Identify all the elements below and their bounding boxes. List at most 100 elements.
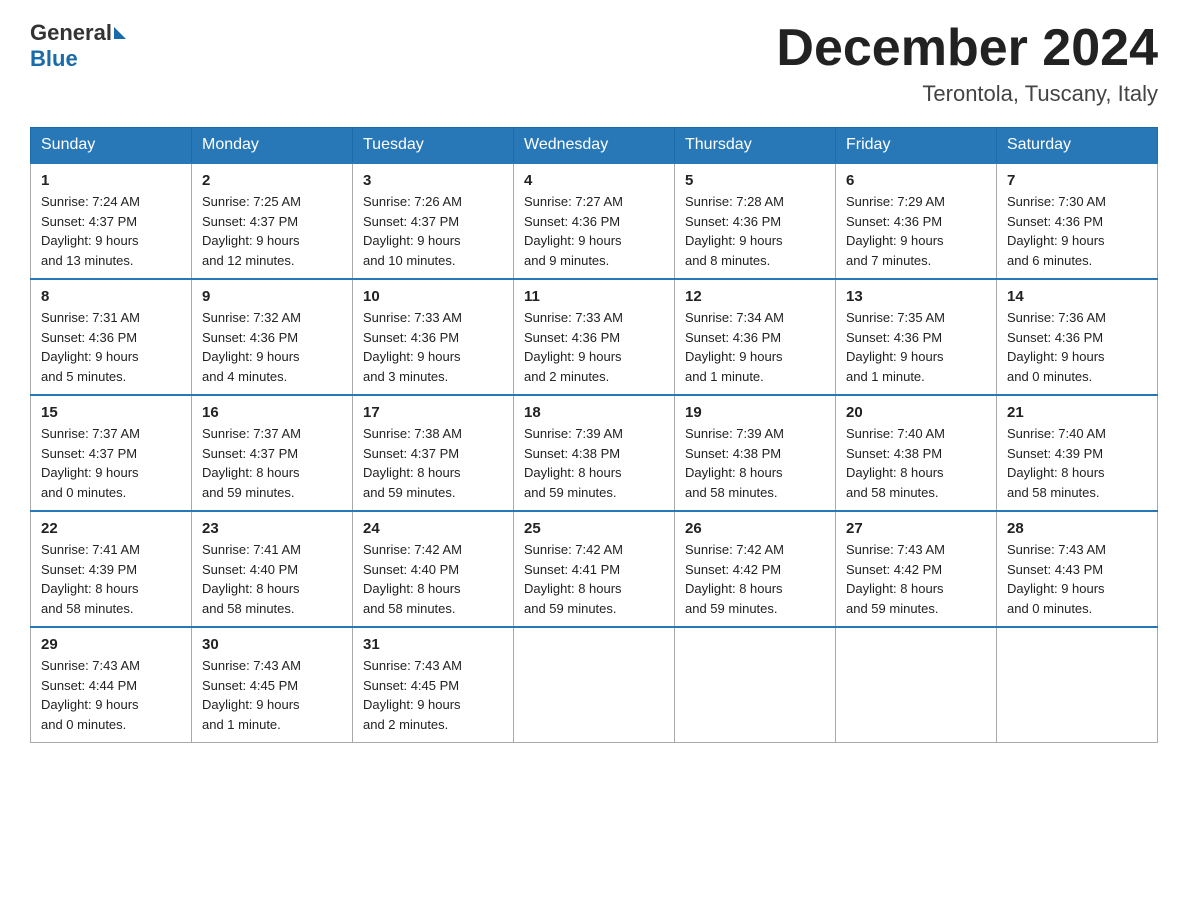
- calendar-cell: 3 Sunrise: 7:26 AMSunset: 4:37 PMDaylight…: [353, 163, 514, 279]
- weekday-header-wednesday: Wednesday: [514, 128, 675, 164]
- weekday-header-thursday: Thursday: [675, 128, 836, 164]
- day-info: Sunrise: 7:41 AMSunset: 4:39 PMDaylight:…: [41, 540, 181, 618]
- week-row-2: 8 Sunrise: 7:31 AMSunset: 4:36 PMDaylight…: [31, 279, 1158, 395]
- week-row-1: 1Sunrise: 7:24 AMSunset: 4:37 PMDaylight…: [31, 163, 1158, 279]
- day-number: 28: [1007, 520, 1147, 537]
- day-info: Sunrise: 7:43 AMSunset: 4:45 PMDaylight:…: [363, 656, 503, 734]
- location-title: Terontola, Tuscany, Italy: [776, 81, 1158, 107]
- day-number: 24: [363, 520, 503, 537]
- day-info: Sunrise: 7:42 AMSunset: 4:42 PMDaylight:…: [685, 540, 825, 618]
- day-info: Sunrise: 7:40 AMSunset: 4:39 PMDaylight:…: [1007, 424, 1147, 502]
- calendar-cell: 25Sunrise: 7:42 AMSunset: 4:41 PMDayligh…: [514, 511, 675, 627]
- calendar-cell: 19 Sunrise: 7:39 AMSunset: 4:38 PMDayligh…: [675, 395, 836, 511]
- day-info: Sunrise: 7:39 AMSunset: 4:38 PMDaylight:…: [524, 424, 664, 502]
- day-info: Sunrise: 7:38 AMSunset: 4:37 PMDaylight:…: [363, 424, 503, 502]
- day-number: 6: [846, 172, 986, 189]
- day-number: 8: [41, 288, 181, 305]
- day-number: 14: [1007, 288, 1147, 305]
- day-number: 27: [846, 520, 986, 537]
- day-number: 19: [685, 404, 825, 421]
- day-info: Sunrise: 7:27 AMSunset: 4:36 PMDaylight:…: [524, 192, 664, 270]
- day-info: Sunrise: 7:33 AMSunset: 4:36 PMDaylight:…: [363, 308, 503, 386]
- day-info: Sunrise: 7:33 AMSunset: 4:36 PMDaylight:…: [524, 308, 664, 386]
- day-info: Sunrise: 7:25 AMSunset: 4:37 PMDaylight:…: [202, 192, 342, 270]
- day-info: Sunrise: 7:30 AMSunset: 4:36 PMDaylight:…: [1007, 192, 1147, 270]
- logo-triangle-icon: [114, 27, 126, 39]
- day-number: 11: [524, 288, 664, 305]
- calendar-cell: 27 Sunrise: 7:43 AMSunset: 4:42 PMDayligh…: [836, 511, 997, 627]
- day-info: Sunrise: 7:39 AMSunset: 4:38 PMDaylight:…: [685, 424, 825, 502]
- day-number: 7: [1007, 172, 1147, 189]
- day-number: 17: [363, 404, 503, 421]
- day-number: 15: [41, 404, 181, 421]
- calendar-cell: 30 Sunrise: 7:43 AMSunset: 4:45 PMDayligh…: [192, 627, 353, 743]
- title-block: December 2024 Terontola, Tuscany, Italy: [776, 20, 1158, 107]
- day-number: 3: [363, 172, 503, 189]
- day-info: Sunrise: 7:36 AMSunset: 4:36 PMDaylight:…: [1007, 308, 1147, 386]
- calendar-cell: 6Sunrise: 7:29 AMSunset: 4:36 PMDaylight…: [836, 163, 997, 279]
- page-header: General Blue December 2024 Terontola, Tu…: [30, 20, 1158, 107]
- day-number: 2: [202, 172, 342, 189]
- calendar-table: SundayMondayTuesdayWednesdayThursdayFrid…: [30, 127, 1158, 743]
- logo-blue-text: Blue: [30, 46, 78, 72]
- day-info: Sunrise: 7:43 AMSunset: 4:45 PMDaylight:…: [202, 656, 342, 734]
- day-number: 1: [41, 172, 181, 189]
- day-info: Sunrise: 7:41 AMSunset: 4:40 PMDaylight:…: [202, 540, 342, 618]
- day-number: 9: [202, 288, 342, 305]
- weekday-header-friday: Friday: [836, 128, 997, 164]
- day-number: 4: [524, 172, 664, 189]
- day-info: Sunrise: 7:43 AMSunset: 4:44 PMDaylight:…: [41, 656, 181, 734]
- calendar-cell: 4 Sunrise: 7:27 AMSunset: 4:36 PMDaylight…: [514, 163, 675, 279]
- calendar-cell: 9 Sunrise: 7:32 AMSunset: 4:36 PMDaylight…: [192, 279, 353, 395]
- calendar-cell: 18Sunrise: 7:39 AMSunset: 4:38 PMDayligh…: [514, 395, 675, 511]
- calendar-cell: 12Sunrise: 7:34 AMSunset: 4:36 PMDayligh…: [675, 279, 836, 395]
- calendar-cell: 16 Sunrise: 7:37 AMSunset: 4:37 PMDayligh…: [192, 395, 353, 511]
- calendar-cell: 10 Sunrise: 7:33 AMSunset: 4:36 PMDayligh…: [353, 279, 514, 395]
- calendar-cell: 26 Sunrise: 7:42 AMSunset: 4:42 PMDayligh…: [675, 511, 836, 627]
- day-info: Sunrise: 7:37 AMSunset: 4:37 PMDaylight:…: [41, 424, 181, 502]
- day-info: Sunrise: 7:28 AMSunset: 4:36 PMDaylight:…: [685, 192, 825, 270]
- calendar-cell: 29 Sunrise: 7:43 AMSunset: 4:44 PMDayligh…: [31, 627, 192, 743]
- day-info: Sunrise: 7:42 AMSunset: 4:40 PMDaylight:…: [363, 540, 503, 618]
- weekday-header-row: SundayMondayTuesdayWednesdayThursdayFrid…: [31, 128, 1158, 164]
- day-info: Sunrise: 7:37 AMSunset: 4:37 PMDaylight:…: [202, 424, 342, 502]
- day-info: Sunrise: 7:40 AMSunset: 4:38 PMDaylight:…: [846, 424, 986, 502]
- weekday-header-tuesday: Tuesday: [353, 128, 514, 164]
- calendar-cell: 24 Sunrise: 7:42 AMSunset: 4:40 PMDayligh…: [353, 511, 514, 627]
- day-info: Sunrise: 7:43 AMSunset: 4:42 PMDaylight:…: [846, 540, 986, 618]
- day-number: 22: [41, 520, 181, 537]
- day-number: 26: [685, 520, 825, 537]
- day-info: Sunrise: 7:34 AMSunset: 4:36 PMDaylight:…: [685, 308, 825, 386]
- day-info: Sunrise: 7:32 AMSunset: 4:36 PMDaylight:…: [202, 308, 342, 386]
- day-number: 16: [202, 404, 342, 421]
- day-number: 23: [202, 520, 342, 537]
- day-number: 31: [363, 636, 503, 653]
- calendar-cell: 8 Sunrise: 7:31 AMSunset: 4:36 PMDaylight…: [31, 279, 192, 395]
- calendar-cell: 17 Sunrise: 7:38 AMSunset: 4:37 PMDayligh…: [353, 395, 514, 511]
- day-number: 5: [685, 172, 825, 189]
- week-row-4: 22 Sunrise: 7:41 AMSunset: 4:39 PMDayligh…: [31, 511, 1158, 627]
- day-info: Sunrise: 7:43 AMSunset: 4:43 PMDaylight:…: [1007, 540, 1147, 618]
- calendar-cell: 20 Sunrise: 7:40 AMSunset: 4:38 PMDayligh…: [836, 395, 997, 511]
- day-number: 10: [363, 288, 503, 305]
- calendar-cell: [675, 627, 836, 743]
- day-number: 20: [846, 404, 986, 421]
- day-info: Sunrise: 7:26 AMSunset: 4:37 PMDaylight:…: [363, 192, 503, 270]
- calendar-cell: 15 Sunrise: 7:37 AMSunset: 4:37 PMDayligh…: [31, 395, 192, 511]
- weekday-header-saturday: Saturday: [997, 128, 1158, 164]
- month-title: December 2024: [776, 20, 1158, 77]
- calendar-cell: 7 Sunrise: 7:30 AMSunset: 4:36 PMDaylight…: [997, 163, 1158, 279]
- calendar-cell: [997, 627, 1158, 743]
- calendar-cell: 28 Sunrise: 7:43 AMSunset: 4:43 PMDayligh…: [997, 511, 1158, 627]
- calendar-cell: [514, 627, 675, 743]
- day-number: 29: [41, 636, 181, 653]
- calendar-cell: 13Sunrise: 7:35 AMSunset: 4:36 PMDayligh…: [836, 279, 997, 395]
- calendar-cell: 2 Sunrise: 7:25 AMSunset: 4:37 PMDaylight…: [192, 163, 353, 279]
- calendar-cell: 11 Sunrise: 7:33 AMSunset: 4:36 PMDayligh…: [514, 279, 675, 395]
- day-number: 30: [202, 636, 342, 653]
- calendar-cell: [836, 627, 997, 743]
- day-number: 21: [1007, 404, 1147, 421]
- day-info: Sunrise: 7:31 AMSunset: 4:36 PMDaylight:…: [41, 308, 181, 386]
- logo-general-text: General: [30, 20, 112, 46]
- calendar-cell: 21 Sunrise: 7:40 AMSunset: 4:39 PMDayligh…: [997, 395, 1158, 511]
